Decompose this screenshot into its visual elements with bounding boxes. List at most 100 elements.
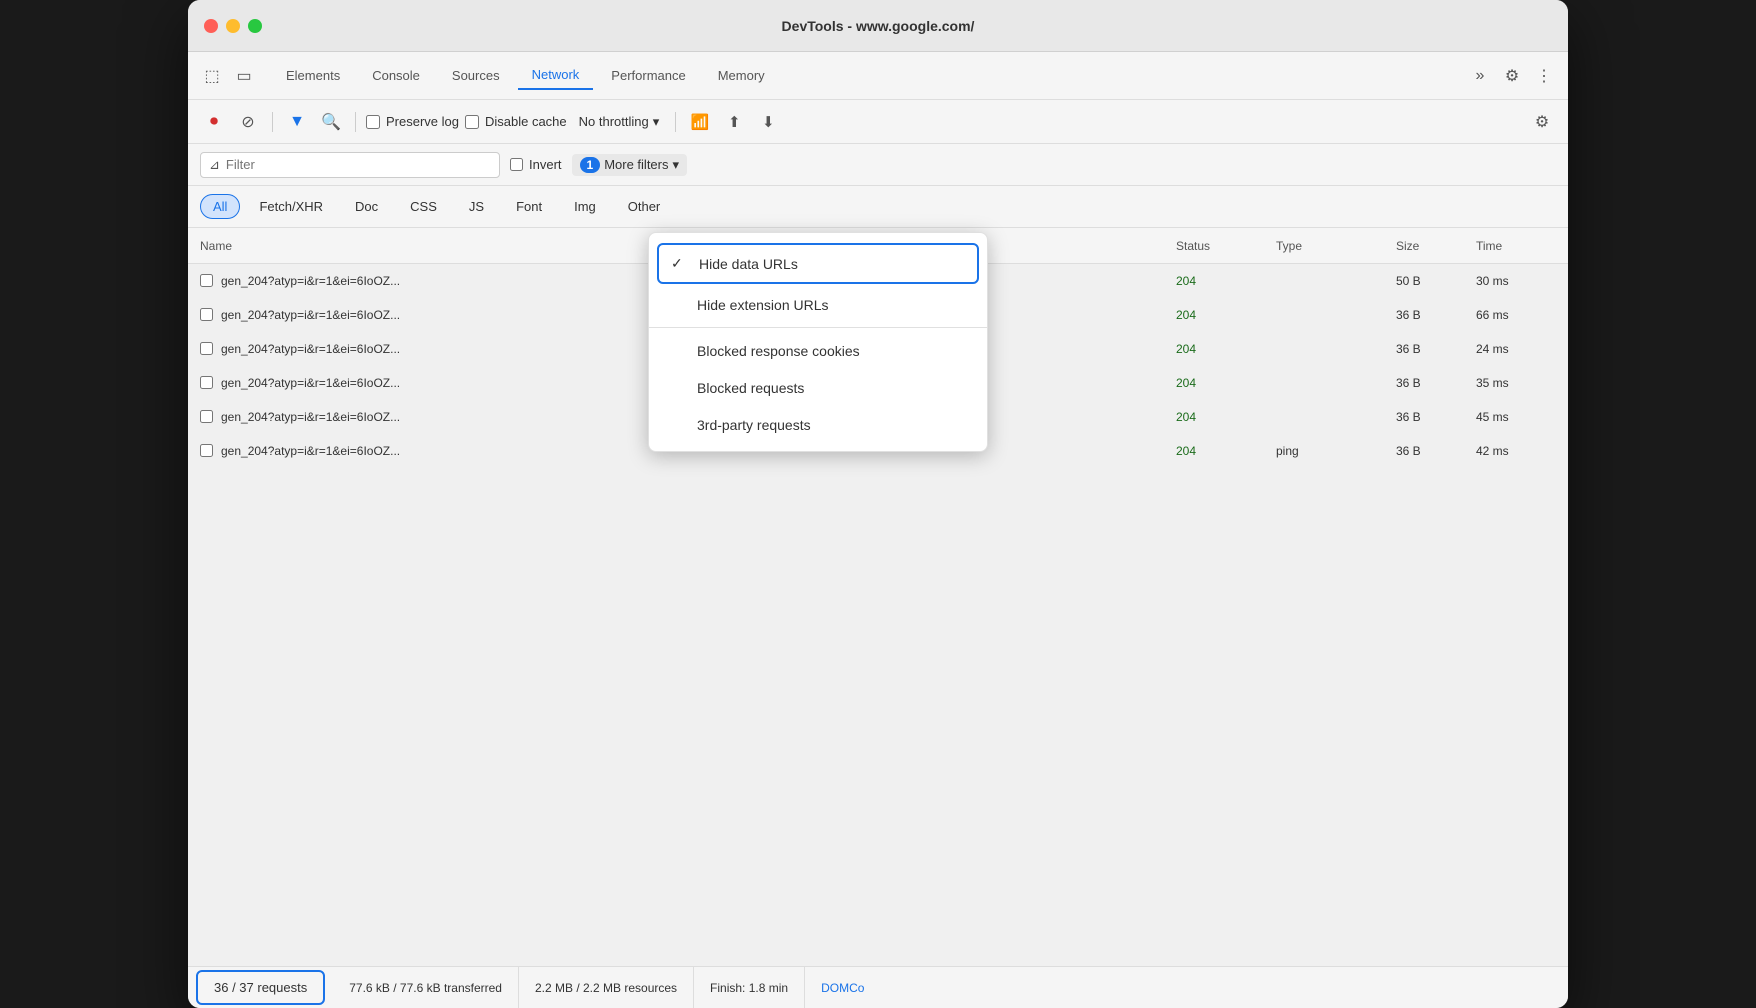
preserve-log-group: Preserve log [366,114,459,129]
filter-blocked-response-cookies-label: Blocked response cookies [697,343,860,359]
tab-memory[interactable]: Memory [704,62,779,89]
clear-button[interactable]: ⊘ [234,108,262,136]
cursor-icon[interactable]: ⬚ [200,64,224,88]
tab-bar-right: » ⚙ ⋮ [1468,64,1556,88]
type-filter-img[interactable]: Img [561,194,609,219]
cell-size-2: 36 B [1396,342,1476,356]
status-finish: Finish: 1.8 min [694,967,805,1008]
more-options-icon[interactable]: ⋮ [1532,64,1556,88]
type-filter-font[interactable]: Font [503,194,555,219]
row-checkbox-4[interactable] [200,410,213,423]
disable-cache-label: Disable cache [485,114,567,129]
checkmark-icon: ✓ [671,255,687,272]
wifi-icon[interactable]: 📶 [686,108,714,136]
stop-recording-button[interactable]: ⏺ [200,108,228,136]
title-bar: DevTools - www.google.com/ [188,0,1568,52]
upload-icon[interactable]: ⬆ [720,108,748,136]
row-checkbox-3[interactable] [200,376,213,389]
cell-size-0: 50 B [1396,274,1476,288]
more-filters-label: More filters [604,157,668,172]
filter-3rd-party-requests-label: 3rd-party requests [697,417,811,433]
tab-performance[interactable]: Performance [597,62,699,89]
filter-funnel-icon: ⊿ [209,157,220,173]
status-bar: 36 / 37 requests 77.6 kB / 77.6 kB trans… [188,966,1568,1008]
disable-cache-group: Disable cache [465,114,567,129]
filter-input-wrap: ⊿ [200,152,500,178]
settings-icon[interactable]: ⚙ [1528,108,1556,136]
col-header-size: Size [1396,239,1476,253]
download-icon[interactable]: ⬇ [754,108,782,136]
tab-elements[interactable]: Elements [272,62,354,89]
filter-3rd-party-requests[interactable]: ✓ 3rd-party requests [649,406,987,443]
type-filter-doc[interactable]: Doc [342,194,391,219]
throttling-chevron-icon: ▾ [653,114,660,130]
cell-time-3: 35 ms [1476,376,1556,390]
toolbar-separator-3 [675,112,676,132]
filter-blocked-response-cookies[interactable]: ✓ Blocked response cookies [649,332,987,369]
filter-hide-extension-urls-label: Hide extension URLs [697,297,829,313]
row-checkbox-2[interactable] [200,342,213,355]
filter-input[interactable] [226,157,491,172]
device-icon[interactable]: ▭ [232,64,256,88]
throttling-select[interactable]: No throttling ▾ [573,111,666,133]
cell-time-4: 45 ms [1476,410,1556,424]
filter-hide-extension-urls[interactable]: ✓ Hide extension URLs [649,286,987,323]
more-filters-badge: 1 [580,157,601,173]
maximize-button[interactable] [248,19,262,33]
filter-hide-data-urls-label: Hide data URLs [699,256,798,272]
cell-size-5: 36 B [1396,444,1476,458]
cell-time-1: 66 ms [1476,308,1556,322]
type-filter-js[interactable]: JS [456,194,497,219]
close-button[interactable] [204,19,218,33]
type-filter-css[interactable]: CSS [397,194,450,219]
invert-checkbox[interactable] [510,158,523,171]
cell-status-2: 204 [1176,342,1276,356]
traffic-lights [204,19,262,33]
devtools-window: DevTools - www.google.com/ ⬚ ▭ Elements … [188,0,1568,1008]
cell-time-5: 42 ms [1476,444,1556,458]
filter-blocked-requests[interactable]: ✓ Blocked requests [649,369,987,406]
settings-gear-icon[interactable]: ⚙ [1500,64,1524,88]
invert-label: Invert [529,157,562,172]
row-checkbox-5[interactable] [200,444,213,457]
cell-size-1: 36 B [1396,308,1476,322]
tab-bar-icons: ⬚ ▭ [200,64,256,88]
disable-cache-checkbox[interactable] [465,115,479,129]
cell-size-4: 36 B [1396,410,1476,424]
type-filter-all[interactable]: All [200,194,240,219]
dropdown-separator-1 [649,327,987,328]
toolbar-separator-1 [272,112,273,132]
more-filters-chevron-icon: ▾ [673,157,680,173]
toolbar-separator-2 [355,112,356,132]
preserve-log-checkbox[interactable] [366,115,380,129]
row-checkbox-1[interactable] [200,308,213,321]
tab-console[interactable]: Console [358,62,434,89]
toolbar: ⏺ ⊘ ▼ 🔍 Preserve log Disable cache No th… [188,100,1568,144]
cell-status-4: 204 [1176,410,1276,424]
more-filters-button[interactable]: 1 More filters ▾ [572,154,688,176]
more-filters-dropdown: ✓ Hide data URLs ✓ Hide extension URLs ✓… [648,232,988,452]
cell-type-5: ping [1276,444,1396,458]
status-transferred: 77.6 kB / 77.6 kB transferred [333,967,519,1008]
filter-hide-data-urls[interactable]: ✓ Hide data URLs [657,243,979,284]
minimize-button[interactable] [226,19,240,33]
cell-status-5: 204 [1176,444,1276,458]
preserve-log-label: Preserve log [386,114,459,129]
tab-bar: ⬚ ▭ Elements Console Sources Network Per… [188,52,1568,100]
row-checkbox-0[interactable] [200,274,213,287]
status-requests: 36 / 37 requests [196,970,325,1005]
cell-time-0: 30 ms [1476,274,1556,288]
col-header-time: Time [1476,239,1556,253]
window-title: DevTools - www.google.com/ [782,18,975,34]
type-filter-fetchxhr[interactable]: Fetch/XHR [246,194,336,219]
cell-time-2: 24 ms [1476,342,1556,356]
filter-icon[interactable]: ▼ [283,108,311,136]
tab-sources[interactable]: Sources [438,62,514,89]
cell-size-3: 36 B [1396,376,1476,390]
tab-network[interactable]: Network [518,61,594,90]
more-tabs-icon[interactable]: » [1468,64,1492,88]
search-icon[interactable]: 🔍 [317,108,345,136]
col-header-type: Type [1276,239,1396,253]
type-filter-bar: All Fetch/XHR Doc CSS JS Font Img Other … [188,186,1568,228]
type-filter-other[interactable]: Other [615,194,674,219]
